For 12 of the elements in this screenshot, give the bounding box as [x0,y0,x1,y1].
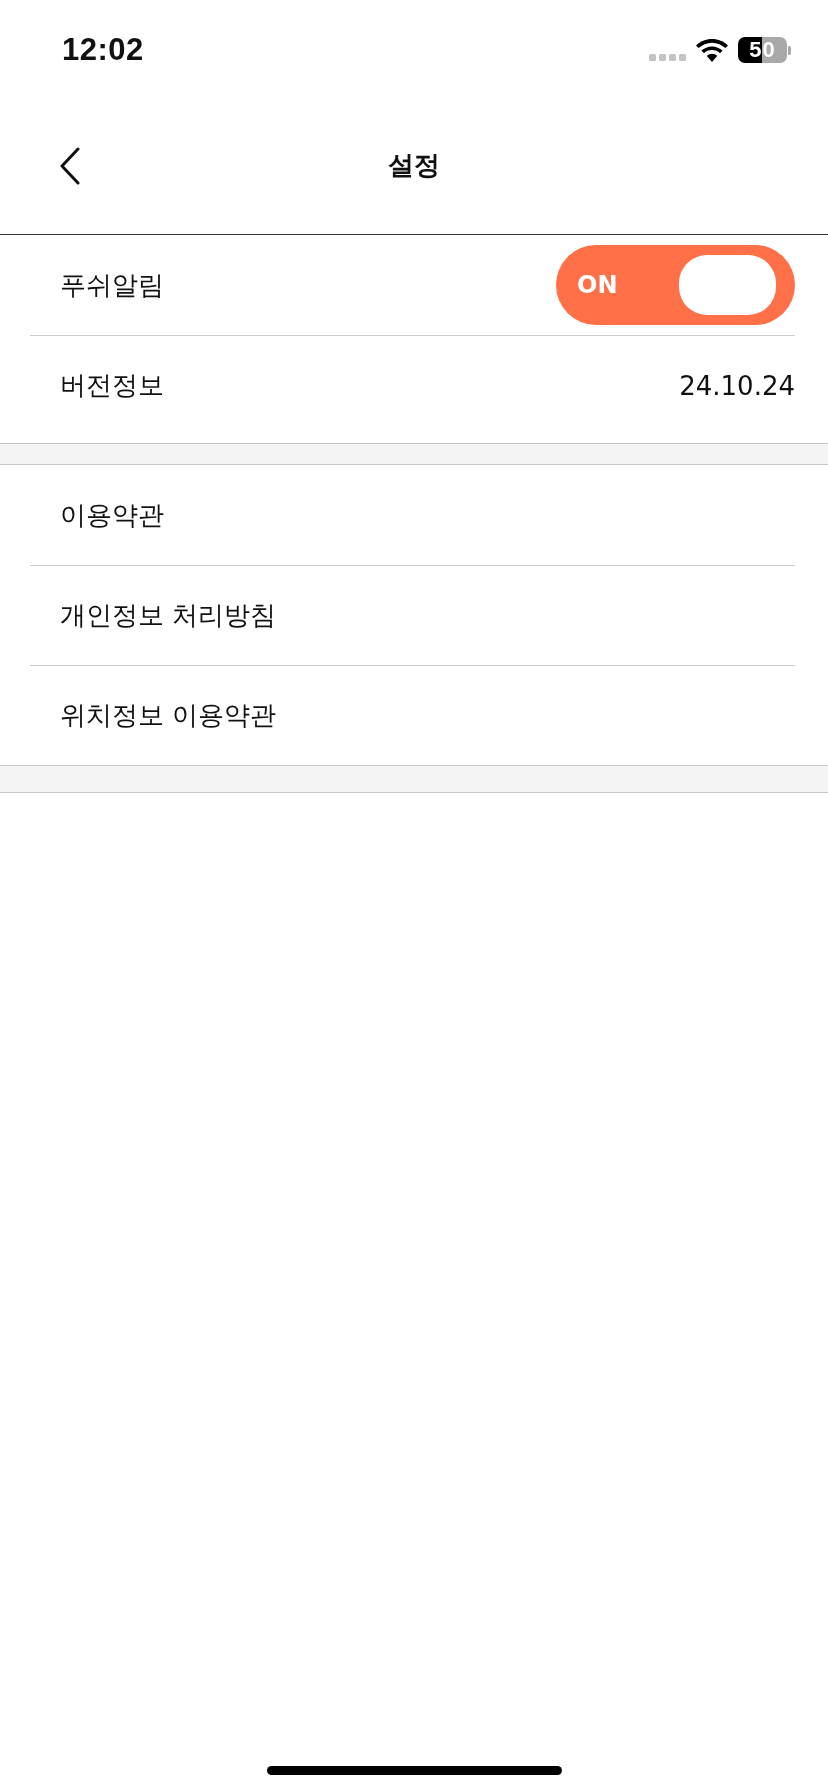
page-title: 설정 [388,149,440,182]
setting-label: 푸쉬알림 [60,268,164,302]
signal-icon [649,53,686,61]
back-icon [59,147,81,185]
battery-percent: 50 [738,37,787,63]
setting-label: 버전정보 [60,369,164,402]
version-value: 24.10.24 [679,370,795,401]
back-button[interactable] [59,147,81,185]
settings-item[interactable]: 이용약관 [30,465,795,565]
status-time: 12:02 [62,32,144,68]
settings-item[interactable]: 개인정보 처리방침 [30,565,795,665]
wifi-icon [696,38,728,62]
